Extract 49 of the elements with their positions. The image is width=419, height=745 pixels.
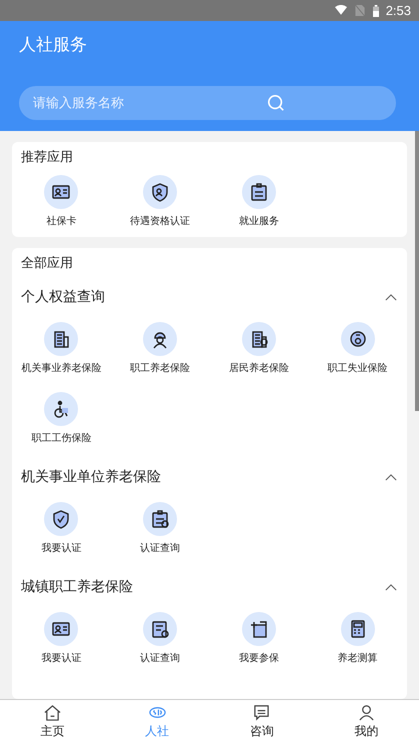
calculator-icon (340, 612, 375, 646)
section-title: 全部应用 (21, 256, 73, 272)
building-icon (44, 322, 78, 356)
clipboard-search-icon (143, 502, 178, 536)
app-label[interactable]: 我要参保 (238, 652, 279, 666)
id-card-icon (44, 612, 78, 646)
wheelchair-icon (44, 392, 78, 426)
chevron-up-icon[interactable] (385, 294, 397, 300)
building-search-icon (242, 322, 276, 356)
app-label[interactable]: 养老测算 (338, 652, 378, 666)
home-icon (42, 704, 62, 721)
add-box-icon (242, 612, 276, 646)
document-search-icon (143, 612, 178, 646)
shield-person-icon (143, 175, 178, 209)
app-label[interactable]: 职工养老保险 (130, 362, 190, 376)
group-title: 城镇职工养老保险 (21, 578, 133, 596)
nav-tab[interactable]: 主页 (0, 700, 105, 745)
shield-check-icon (44, 502, 78, 536)
app-label[interactable]: 我要认证 (41, 652, 82, 666)
section-title: 推荐应用 (21, 150, 73, 166)
chevron-up-icon[interactable] (385, 474, 397, 480)
app-label[interactable]: 居民养老保险 (228, 362, 289, 376)
app-label[interactable]: 待遇资格认证 (130, 215, 190, 229)
clock: 2:53 (386, 3, 411, 18)
nav-tab[interactable]: 我的 (314, 700, 419, 745)
app-label[interactable]: 职工失业保险 (328, 362, 388, 376)
battery-icon (372, 4, 379, 16)
app-label[interactable]: 就业服务 (238, 215, 279, 229)
group-title: 个人权益查询 (21, 288, 105, 306)
app-label[interactable]: 认证查询 (140, 542, 180, 556)
worker-icon (143, 322, 178, 356)
app-label[interactable]: 认证查询 (140, 652, 180, 666)
app-label[interactable]: 职工工伤保险 (31, 432, 92, 446)
search-input[interactable]: 请输入服务名称 (31, 94, 267, 112)
chevron-up-icon[interactable] (385, 584, 397, 590)
app-label[interactable]: 我要认证 (41, 542, 82, 556)
logo-icon (148, 704, 167, 721)
chat-icon (252, 704, 272, 721)
id-card-icon (44, 175, 78, 209)
person-icon (357, 704, 376, 721)
no-sim-icon (354, 5, 366, 16)
group-title: 机关事业单位养老保险 (21, 468, 161, 486)
wifi-icon (334, 5, 347, 16)
app-label[interactable]: 社保卡 (46, 215, 76, 229)
nav-tab[interactable]: 咨询 (210, 700, 314, 745)
page-title: 人社服务 (19, 34, 87, 56)
clipboard-icon (242, 175, 276, 209)
search-field[interactable]: 请输入服务名称 (19, 86, 396, 120)
app-label[interactable]: 机关事业养老保险 (21, 362, 102, 376)
